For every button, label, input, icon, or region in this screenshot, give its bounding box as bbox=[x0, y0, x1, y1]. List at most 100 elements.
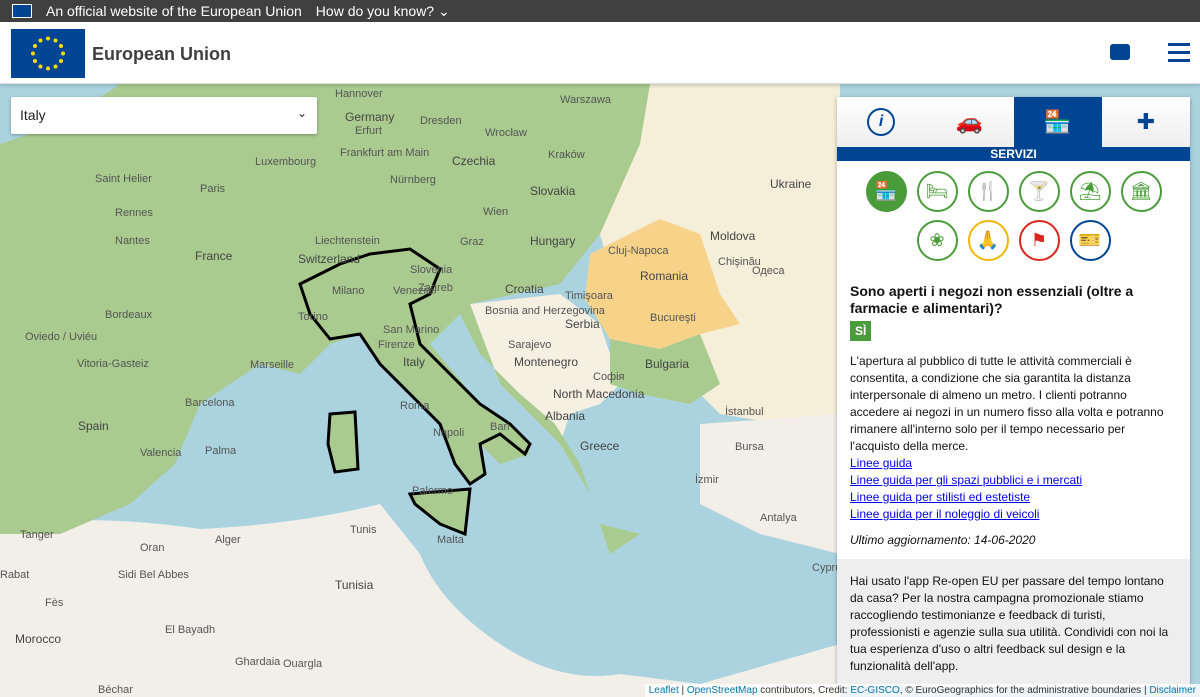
flag-star-icon bbox=[38, 38, 43, 43]
tab-health[interactable]: ✚ bbox=[1102, 97, 1190, 147]
map-label: Cluj-Napoca bbox=[608, 245, 669, 257]
map-label: Nantes bbox=[115, 235, 150, 247]
map-label: Oran bbox=[140, 542, 165, 554]
map-label: Rabat bbox=[0, 569, 30, 581]
flag-star-icon bbox=[38, 64, 43, 69]
map-label: Hungary bbox=[530, 234, 576, 248]
category-bars-icon[interactable]: 🍸 bbox=[1018, 171, 1060, 212]
question: Sono aperti i negozi non essenziali (olt… bbox=[850, 283, 1134, 316]
osm-link[interactable]: OpenStreetMap bbox=[687, 685, 758, 696]
ec-gisco-link[interactable]: EC-GISCO bbox=[850, 685, 899, 696]
category-museums-icon[interactable]: 🏛 bbox=[1120, 171, 1162, 212]
site-header: European Union bbox=[0, 22, 1200, 84]
category-shops-icon[interactable]: 🏪 bbox=[865, 171, 907, 212]
map-label: Fès bbox=[45, 597, 64, 609]
map-label: Firenze bbox=[378, 339, 415, 351]
map-label: Bulgaria bbox=[645, 357, 690, 371]
link-guidelines-vehicle-rental[interactable]: Linee guida per il noleggio di veicoli bbox=[850, 506, 1177, 523]
map-label: Frankfurt am Main bbox=[340, 147, 430, 159]
land-turkey bbox=[700, 414, 840, 554]
last-updated: Ultimo aggiornamento: 14-06-2020 bbox=[850, 533, 1036, 547]
category-wellness-icon[interactable]: ❀ bbox=[916, 220, 958, 261]
map-label: Croatia bbox=[505, 282, 544, 296]
shop-icon: 🏪 bbox=[1043, 109, 1072, 134]
map-label: İzmir bbox=[695, 474, 719, 486]
eu-flag-icon bbox=[12, 4, 32, 18]
map-label: Vitoria-Gasteiz bbox=[77, 358, 149, 370]
section-title: SERVIZI bbox=[837, 147, 1190, 161]
category-events-icon[interactable]: 🎫 bbox=[1069, 220, 1111, 261]
map-label: Bursa bbox=[735, 441, 764, 453]
land-north-africa bbox=[0, 504, 840, 697]
leaflet-link[interactable]: Leaflet bbox=[649, 685, 679, 696]
panel-tabs: i 🚗 🏪 ✚ bbox=[837, 97, 1190, 147]
disclaimer-link[interactable]: Disclaimer bbox=[1149, 685, 1196, 696]
map-label: Kraków bbox=[548, 149, 585, 161]
map-label: Slovakia bbox=[530, 184, 576, 198]
map-label: Montenegro bbox=[514, 355, 579, 369]
map-label: Romania bbox=[640, 269, 689, 283]
map-label: Moldova bbox=[710, 229, 756, 243]
hamburger-menu-icon[interactable] bbox=[1168, 43, 1190, 67]
flag-star-icon bbox=[53, 38, 58, 43]
flag-star-icon bbox=[46, 36, 50, 41]
map-label: Ouargla bbox=[283, 658, 323, 670]
map-label: Oviedo / Uviéu bbox=[25, 331, 98, 343]
link-guidelines-stylists[interactable]: Linee guida per stilisti ed estetiste bbox=[850, 489, 1177, 506]
map-label: Bosnia and Herzegovina bbox=[485, 305, 605, 317]
feedback-chat-icon[interactable] bbox=[1110, 44, 1130, 60]
map-label: Zagreb bbox=[418, 282, 453, 294]
link-guidelines-public-spaces[interactable]: Linee guida per gli spazi pubblici e i m… bbox=[850, 472, 1177, 489]
map-label: North Macedonia bbox=[553, 387, 645, 401]
map-label: Paris bbox=[200, 183, 226, 195]
tab-transport[interactable]: 🚗 bbox=[925, 97, 1013, 147]
eu-logo[interactable] bbox=[11, 29, 85, 78]
how-do-you-know-toggle[interactable]: How do you know? ⌄ bbox=[316, 3, 450, 20]
category-accommodation-icon[interactable]: 🛏 bbox=[916, 171, 958, 212]
country-select[interactable]: Italy ⌄ bbox=[11, 97, 317, 134]
map-label: Switzerland bbox=[298, 252, 361, 266]
map-label: Wrocław bbox=[485, 127, 527, 139]
link-guidelines[interactable]: Linee guida bbox=[850, 455, 1177, 472]
tab-services[interactable]: 🏪 bbox=[1013, 97, 1102, 147]
flag-star-icon bbox=[53, 64, 58, 69]
info-panel: i 🚗 🏪 ✚ SERVIZI 🏪 🛏 🍴 🍸 ⛱ 🏛 ❀ 🙏 ⚑ 🎫 Sono aperti … bbox=[837, 97, 1190, 687]
sardinia-outline bbox=[326, 410, 360, 474]
map-label: Sidi Bel Abbes bbox=[118, 569, 189, 581]
shield-plus-icon: ✚ bbox=[1136, 109, 1156, 134]
tab-info[interactable]: i bbox=[837, 97, 925, 147]
flag-star-icon bbox=[33, 44, 38, 48]
map-label: Wien bbox=[483, 206, 509, 218]
answer-badge: SÌ bbox=[850, 321, 872, 341]
map-attribution: Leaflet | OpenStreetMap contributors, Cr… bbox=[644, 684, 1200, 697]
map-label: Hannover bbox=[335, 88, 383, 100]
map-label: Serbia bbox=[565, 317, 600, 331]
category-beaches-icon[interactable]: ⛱ bbox=[1069, 171, 1111, 212]
map-label: İstanbul bbox=[725, 406, 764, 418]
car-icon: 🚗 bbox=[955, 109, 984, 134]
map-label: Sarajevo bbox=[508, 339, 552, 351]
flag-star-icon bbox=[33, 59, 38, 63]
map-label: Liechtenstein bbox=[315, 235, 380, 247]
map-label: Germany bbox=[345, 110, 395, 124]
map-label: Luxembourg bbox=[255, 156, 317, 168]
map-label: Czechia bbox=[452, 154, 496, 168]
map-label: Napoli bbox=[433, 427, 465, 439]
map-label: Bordeaux bbox=[105, 309, 153, 321]
map-label: Roma bbox=[400, 400, 430, 412]
category-worship-icon[interactable]: 🙏 bbox=[967, 220, 1009, 261]
site-title[interactable]: European Union bbox=[92, 44, 231, 65]
answer-text: L'apertura al pubblico di tutte le attiv… bbox=[850, 354, 1164, 453]
category-restaurants-icon[interactable]: 🍴 bbox=[967, 171, 1009, 212]
chevron-down-icon: ⌄ bbox=[296, 106, 307, 120]
map-label: Ghardaia bbox=[235, 656, 281, 668]
category-tourist-guides-icon[interactable]: ⚑ bbox=[1018, 220, 1060, 261]
map-label: Timişoara bbox=[565, 290, 613, 302]
map[interactable]: Hannover Warszawa Germany Erfurt Dresden Wroc… bbox=[0, 84, 1200, 697]
promo-text: Hai usato l'app Re-open EU per passare d… bbox=[837, 559, 1190, 687]
map-label: Bucureşti bbox=[650, 312, 696, 324]
map-label: Tunisia bbox=[335, 578, 374, 592]
map-label: Malta bbox=[437, 534, 464, 546]
flag-star-icon bbox=[46, 66, 50, 71]
official-text: An official website of the European Unio… bbox=[46, 3, 302, 19]
